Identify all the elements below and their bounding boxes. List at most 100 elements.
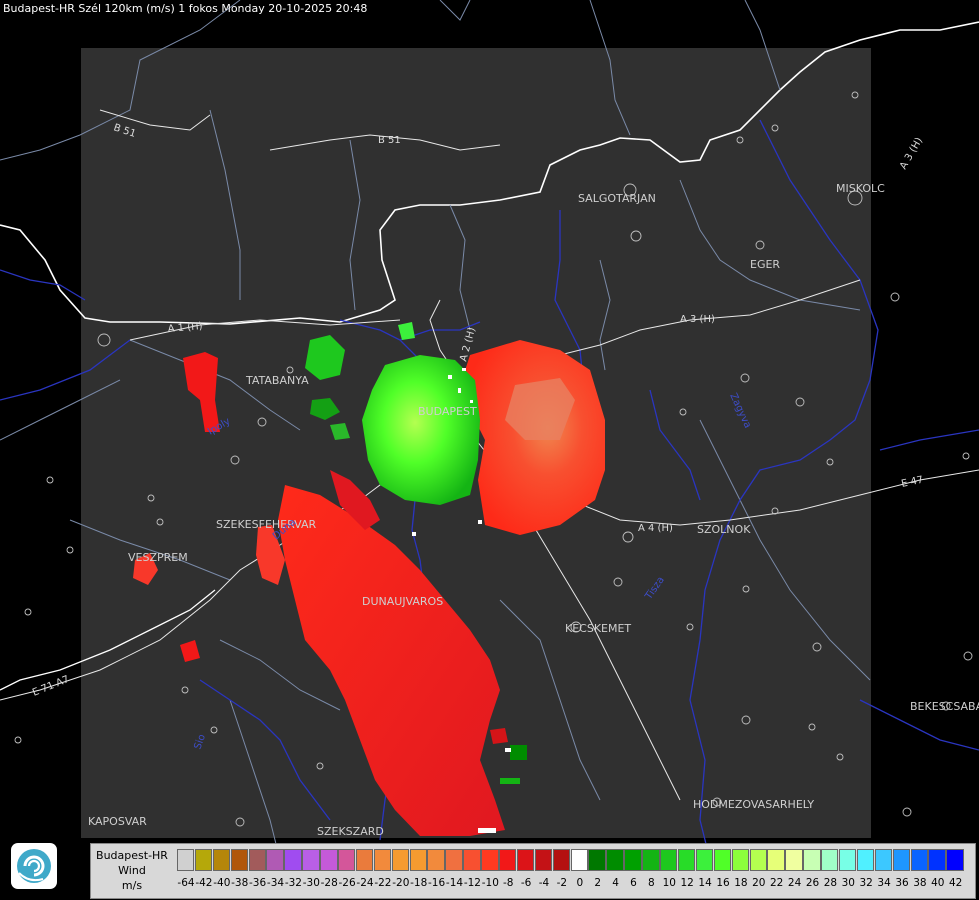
legend-swatch <box>731 849 749 871</box>
legend-tick-label: -22 <box>374 877 392 889</box>
road-label-a3-west: A 3 (H) <box>680 314 715 325</box>
city-label-veszprem: VESZPREM <box>128 551 188 564</box>
legend-swatch <box>928 849 946 871</box>
legend-tick-label: 34 <box>877 877 891 889</box>
legend-swatch <box>409 849 427 871</box>
legend-unit: m/s <box>121 879 143 892</box>
legend-tick-label: 42 <box>949 877 963 889</box>
map-title: Budapest-HR Szél 120km (m/s) 1 fokos Mon… <box>3 2 368 15</box>
radar-map-page: { "title": "Budapest-HR Szél 120km (m/s)… <box>0 0 979 900</box>
legend-tick-label: 12 <box>680 877 694 889</box>
legend-tick-label: 28 <box>823 877 838 889</box>
legend-swatch <box>320 849 338 871</box>
city-label-szolnok: SZOLNOK <box>697 523 751 536</box>
legend-tick-label: 30 <box>841 877 855 889</box>
legend-swatch <box>874 849 893 871</box>
legend-swatch <box>624 849 642 871</box>
road-label-e71: E 71 A7 <box>31 674 71 699</box>
legend-swatch <box>373 849 392 871</box>
legend-swatch <box>499 849 517 871</box>
city-label-szekesfehervar: SZEKESFEHERVAR <box>216 518 317 531</box>
legend-swatch <box>230 849 249 871</box>
city-label-budapest: BUDAPEST <box>418 405 477 418</box>
legend-tick-label: -42 <box>195 877 213 889</box>
legend-tick-label: 36 <box>895 877 909 889</box>
legend-swatch <box>713 849 732 871</box>
legend-swatch <box>642 849 660 871</box>
legend-tick-label: 24 <box>787 877 802 889</box>
legend-tick-label: -34 <box>266 877 285 889</box>
legend-tick-label: 0 <box>576 877 584 889</box>
legend-tick-label: -40 <box>213 877 231 889</box>
legend-product: Wind <box>118 864 146 877</box>
legend-tick-label: -32 <box>284 877 302 889</box>
city-label-bekescsaba: BEKESCSABA <box>910 700 979 713</box>
legend-tick-label: 8 <box>648 877 655 889</box>
legend-swatch <box>445 849 463 871</box>
legend-swatch <box>194 849 213 871</box>
legend-tick-label: 14 <box>698 877 712 889</box>
met-service-logo <box>11 843 57 889</box>
legend-tick-label: -6 <box>520 877 532 889</box>
legend-tick-label: -36 <box>249 877 267 889</box>
legend-tick-label: 22 <box>770 877 784 889</box>
legend-swatches <box>177 849 964 871</box>
legend-ticks: -64 -42 -40 -38 -36 -34 -32 -30 -28 -26 -24 -22 -20-… <box>177 877 977 891</box>
city-label-kecskemet: KECSKEMET <box>565 622 631 635</box>
city-label-eger: EGER <box>750 258 780 271</box>
legend-swatch <box>856 849 875 871</box>
city-label-kaposvar: KAPOSVAR <box>88 815 147 828</box>
legend-swatch <box>516 849 535 871</box>
legend-tick-label: 16 <box>716 877 730 889</box>
legend-tick-label: -4 <box>538 877 550 889</box>
legend-tick-label: -28 <box>320 877 338 889</box>
city-label-miskolc: MISKOLC <box>836 182 885 195</box>
road-label-e47: E 47 <box>900 475 924 490</box>
legend-tick-label: -14 <box>445 877 464 889</box>
city-label-salgotarjan: SALGOTARJAN <box>578 192 656 205</box>
color-legend: Budapest-HR Wind m/s -64 -42 -40 -38 -36 -34-… <box>90 843 976 899</box>
legend-tick-label: 20 <box>752 877 766 889</box>
legend-tick-label: -16 <box>428 877 446 889</box>
legend-swatch <box>338 849 356 871</box>
legend-swatch <box>355 849 374 871</box>
legend-title: Budapest-HR Wind m/s <box>91 844 173 898</box>
legend-swatch <box>838 849 857 871</box>
city-label-tatabanya: TATABANYA <box>245 374 309 387</box>
legend-swatch <box>910 849 928 871</box>
road-label-a3-east: A 3 (H) <box>898 136 925 172</box>
legend-swatch <box>606 849 624 871</box>
legend-tick-label: -64 <box>177 877 195 889</box>
legend-tick-label: 10 <box>662 877 676 889</box>
legend-tick-label: 4 <box>612 877 619 889</box>
radar-map: SALGOTARJAN MISKOLC EGER TATABANYA BUDAP… <box>0 0 979 861</box>
legend-tick-label: -18 <box>410 877 428 889</box>
legend-tick-label: -8 <box>502 877 514 889</box>
city-label-szekszard: SZEKSZARD <box>317 825 384 838</box>
legend-swatch <box>803 849 821 871</box>
legend-tick-label: -38 <box>231 877 249 889</box>
legend-swatch <box>892 849 911 871</box>
legend-swatch <box>677 849 696 871</box>
city-label-hodmezovasarhely: HODMEZOVASARHELY <box>693 798 814 811</box>
legend-swatch <box>463 849 481 871</box>
legend-swatch <box>177 849 195 871</box>
legend-swatch <box>284 849 302 871</box>
legend-tick-label: 18 <box>734 877 748 889</box>
legend-swatch <box>302 849 320 871</box>
legend-swatch <box>749 849 767 871</box>
legend-tick-label: -20 <box>392 877 410 889</box>
legend-tick-label: -30 <box>302 877 320 889</box>
legend-tick-label: -12 <box>463 877 481 889</box>
legend-tick-label: 2 <box>594 877 602 889</box>
legend-swatch <box>570 849 588 871</box>
legend-swatch <box>391 849 410 871</box>
road-label-b51-east: B 51 <box>378 135 401 146</box>
city-label-dunaujvaros: DUNAUJVAROS <box>362 595 443 608</box>
legend-tick-label: 40 <box>931 877 945 889</box>
legend-swatch <box>212 849 231 871</box>
legend-swatch <box>695 849 714 871</box>
legend-tick-label: -26 <box>338 877 356 889</box>
swirl-logo-icon <box>17 849 51 883</box>
legend-swatch <box>481 849 499 871</box>
